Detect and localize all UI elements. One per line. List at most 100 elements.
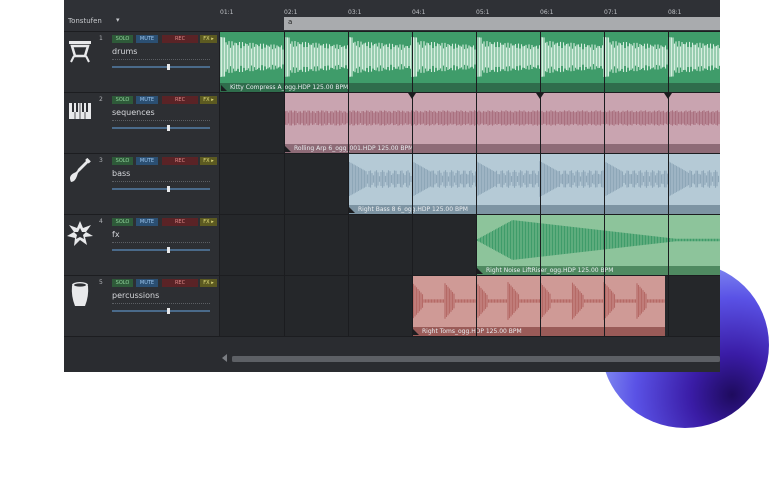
ruler-mark: 01:1 xyxy=(220,9,234,16)
volume-slider-knob[interactable] xyxy=(167,125,170,131)
keyboard-icon xyxy=(69,103,91,119)
divider xyxy=(112,120,210,121)
track-name: fx xyxy=(112,230,120,239)
audio-clip[interactable]: Kitty Compress A_ogg.HDP 125.00 BPM xyxy=(220,32,720,92)
track-number: 3 xyxy=(99,157,103,164)
clip-label: Kitty Compress A_ogg.HDP 125.00 BPM xyxy=(220,83,720,92)
fx-button[interactable]: FX ▸ xyxy=(200,157,217,165)
ruler-mark: 05:1 xyxy=(476,9,490,16)
ruler-label: Tonstufen xyxy=(68,17,102,25)
clip-handle[interactable] xyxy=(349,207,355,213)
clip-label: Right Noise LiftRiser_ogg.HDP 125.00 BPM xyxy=(476,266,720,275)
divider xyxy=(112,242,210,243)
record-button[interactable]: REC xyxy=(162,279,198,287)
fx-button[interactable]: FX ▸ xyxy=(200,279,217,287)
ruler-mark: 03:1 xyxy=(348,9,362,16)
track-number: 1 xyxy=(99,35,103,42)
clip-handle[interactable] xyxy=(413,329,419,335)
volume-slider[interactable] xyxy=(112,125,210,131)
scroll-left-icon[interactable] xyxy=(222,354,227,362)
track-header[interactable]: 1 SOLO MUTE REC FX ▸ drums xyxy=(64,32,220,93)
volume-slider-knob[interactable] xyxy=(167,186,170,192)
track-name: sequences xyxy=(112,108,155,117)
waveform xyxy=(412,282,665,320)
ruler-mark: 02:1 xyxy=(284,9,298,16)
divider xyxy=(112,181,210,182)
clip-marker[interactable] xyxy=(536,93,544,99)
solo-button[interactable]: SOLO xyxy=(112,279,133,287)
waveform xyxy=(284,110,720,126)
divider xyxy=(112,59,210,60)
explosion-icon xyxy=(67,221,93,246)
bar-gridline xyxy=(412,32,413,336)
bar-gridline xyxy=(348,32,349,336)
volume-slider-knob[interactable] xyxy=(167,308,170,314)
audio-clip[interactable]: Right Noise LiftRiser_ogg.HDP 125.00 BPM xyxy=(476,215,720,275)
volume-slider[interactable] xyxy=(112,186,210,192)
bass-guitar-icon xyxy=(70,158,91,182)
record-button[interactable]: REC xyxy=(162,218,198,226)
fx-button[interactable]: FX ▸ xyxy=(200,96,217,104)
mute-button[interactable]: MUTE xyxy=(136,35,158,43)
volume-slider[interactable] xyxy=(112,64,210,70)
solo-button[interactable]: SOLO xyxy=(112,218,133,226)
divider xyxy=(112,303,210,304)
clip-label: Rolling Arp 6_ogg_001.HDP 125.00 BPM xyxy=(284,144,720,153)
mute-button[interactable]: MUTE xyxy=(136,218,158,226)
volume-slider-knob[interactable] xyxy=(167,64,170,70)
track-number: 5 xyxy=(99,279,103,286)
audio-clip[interactable]: Rolling Arp 6_ogg_001.HDP 125.00 BPM xyxy=(284,93,720,153)
solo-button[interactable]: SOLO xyxy=(112,157,133,165)
solo-button[interactable]: SOLO xyxy=(112,35,133,43)
record-button[interactable]: REC xyxy=(162,96,198,104)
waveform xyxy=(348,161,720,197)
daw-window: Tonstufen ▾ 01:1 02:1 03:1 04:1 05:1 06:… xyxy=(64,0,720,372)
timeline-ruler[interactable]: Tonstufen ▾ 01:1 02:1 03:1 04:1 05:1 06:… xyxy=(64,0,720,32)
arrangement-lanes[interactable]: Kitty Compress A_ogg.HDP 125.00 BPM Roll… xyxy=(220,32,720,336)
solo-button[interactable]: SOLO xyxy=(112,96,133,104)
ruler-mark: 04:1 xyxy=(412,9,426,16)
scrollbar-thumb[interactable] xyxy=(232,356,720,362)
conga-icon xyxy=(71,282,89,306)
track-name: percussions xyxy=(112,291,160,300)
track-name: drums xyxy=(112,47,138,56)
track-header[interactable]: 5 SOLO MUTE REC FX ▸ percussions xyxy=(64,276,220,337)
chevron-down-icon[interactable]: ▾ xyxy=(116,16,120,24)
bottom-bar xyxy=(64,336,720,372)
fx-button[interactable]: FX ▸ xyxy=(200,218,217,226)
bar-gridline xyxy=(540,32,541,336)
ruler-mark: 08:1 xyxy=(668,9,682,16)
waveform xyxy=(476,220,720,260)
track-name: bass xyxy=(112,169,131,178)
mute-button[interactable]: MUTE xyxy=(136,96,158,104)
clip-marker[interactable] xyxy=(664,93,672,99)
volume-slider[interactable] xyxy=(112,247,210,253)
mute-button[interactable]: MUTE xyxy=(136,279,158,287)
bar-gridline xyxy=(604,32,605,336)
audio-clip[interactable]: Right Bass 8 6_ogg.HDP 125.00 BPM xyxy=(348,154,720,214)
volume-slider-knob[interactable] xyxy=(167,247,170,253)
ruler-mark: 07:1 xyxy=(604,9,618,16)
clip-handle[interactable] xyxy=(285,146,291,152)
clip-label: Right Toms_ogg.HDP 125.00 BPM xyxy=(412,327,665,336)
drum-icon xyxy=(69,41,91,63)
record-button[interactable]: REC xyxy=(162,157,198,165)
fx-button[interactable]: FX ▸ xyxy=(200,35,217,43)
track-header[interactable]: 3 SOLO MUTE REC FX ▸ bass xyxy=(64,154,220,215)
mute-button[interactable]: MUTE xyxy=(136,157,158,165)
track-header[interactable]: 2 SOLO MUTE REC FX ▸ sequences xyxy=(64,93,220,154)
bar-gridline xyxy=(284,32,285,336)
ruler-mark: 06:1 xyxy=(540,9,554,16)
audio-clip[interactable]: Right Toms_ogg.HDP 125.00 BPM xyxy=(412,276,665,336)
track-number: 2 xyxy=(99,96,103,103)
waveform xyxy=(220,37,720,77)
horizontal-scrollbar[interactable] xyxy=(232,356,720,362)
clip-handle[interactable] xyxy=(221,85,227,91)
volume-slider[interactable] xyxy=(112,308,210,314)
record-button[interactable]: REC xyxy=(162,35,198,43)
clip-marker[interactable] xyxy=(408,93,416,99)
range-marker-label: a xyxy=(288,18,293,26)
track-header[interactable]: 4 SOLO MUTE REC FX ▸ fx xyxy=(64,215,220,276)
clip-handle[interactable] xyxy=(477,268,483,274)
loop-range-bar[interactable]: a xyxy=(284,17,720,30)
